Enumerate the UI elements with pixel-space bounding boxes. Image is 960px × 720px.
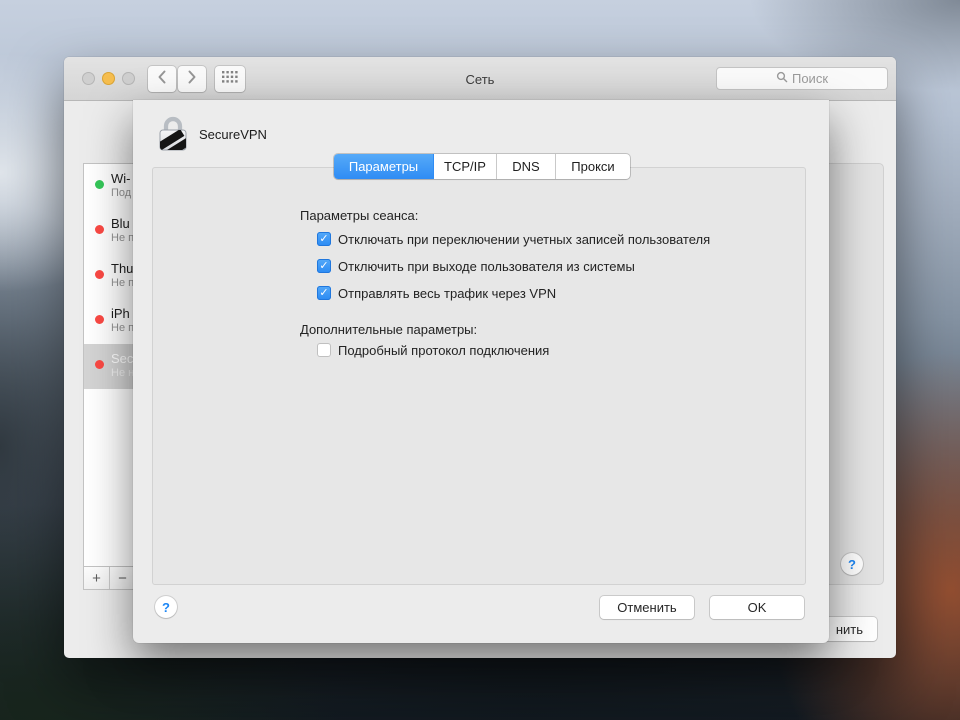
- vpn-options-sheet: SecureVPN Параметры TCP/IP DNS Прокси Па…: [133, 100, 829, 643]
- sheet-help-button[interactable]: ?: [155, 596, 177, 618]
- option-disconnect-on-user-switch[interactable]: ✓ Отключать при переключении учетных зап…: [317, 232, 710, 247]
- window-toolbar: Сеть Поиск: [64, 57, 896, 101]
- checkbox-icon[interactable]: ✓: [317, 259, 331, 273]
- advanced-options-heading: Дополнительные параметры:: [300, 322, 478, 337]
- checkbox-icon[interactable]: ✓: [317, 286, 331, 300]
- tab-proxy[interactable]: Прокси: [556, 154, 630, 179]
- cancel-button[interactable]: Отменить: [600, 596, 694, 619]
- tab-bar: Параметры TCP/IP DNS Прокси: [334, 154, 630, 179]
- status-dot-icon: [95, 360, 104, 369]
- checkbox-icon[interactable]: ✓: [317, 232, 331, 246]
- search-placeholder: Поиск: [791, 71, 829, 86]
- checkbox-icon[interactable]: ✓: [317, 343, 331, 357]
- add-service-button[interactable]: +: [84, 567, 110, 589]
- window-help-button[interactable]: ?: [841, 553, 863, 575]
- session-options-heading: Параметры сеанса:: [300, 208, 419, 223]
- status-dot-icon: [95, 225, 104, 234]
- service-name-label: SecureVPN: [199, 127, 267, 142]
- status-dot-icon: [95, 315, 104, 324]
- tab-dns[interactable]: DNS: [497, 154, 556, 179]
- status-dot-icon: [95, 180, 104, 189]
- question-mark-icon: ?: [848, 556, 856, 572]
- ok-button[interactable]: OK: [710, 596, 804, 619]
- search-icon: [776, 71, 788, 86]
- question-mark-icon: ?: [162, 599, 170, 615]
- option-verbose-logging[interactable]: ✓ Подробный протокол подключения: [317, 343, 549, 358]
- search-input[interactable]: Поиск: [716, 67, 888, 90]
- tab-parameters[interactable]: Параметры: [334, 154, 434, 179]
- tab-content-panel: [152, 167, 806, 585]
- option-disconnect-on-logout[interactable]: ✓ Отключить при выходе пользователя из с…: [317, 259, 635, 274]
- option-send-all-traffic[interactable]: ✓ Отправлять весь трафик через VPN: [317, 286, 556, 301]
- status-dot-icon: [95, 270, 104, 279]
- vpn-lock-icon: [157, 112, 189, 159]
- tab-tcpip[interactable]: TCP/IP: [434, 154, 497, 179]
